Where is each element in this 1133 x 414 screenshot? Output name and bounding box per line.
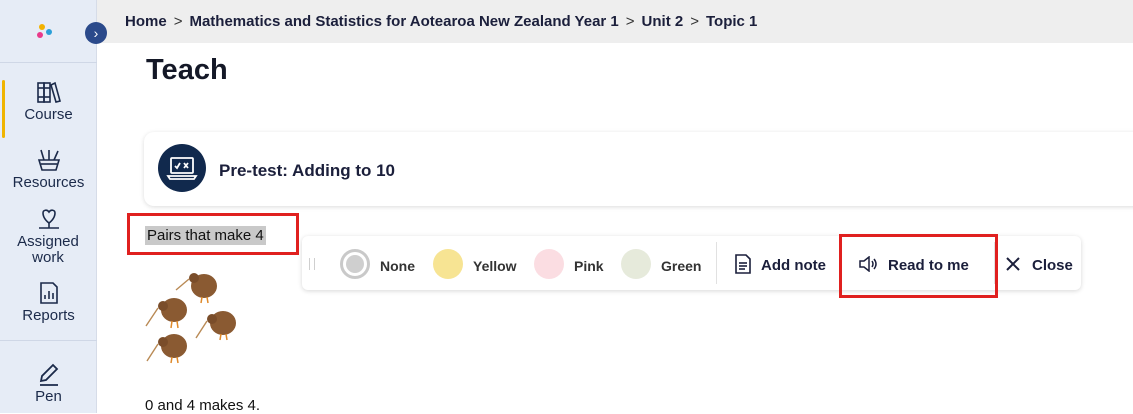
books-icon xyxy=(36,81,61,103)
breadcrumb-unit[interactable]: Unit 2 xyxy=(642,13,684,30)
annotation-box xyxy=(839,234,998,298)
color-green-label[interactable]: Green xyxy=(661,258,701,274)
resources-icon xyxy=(37,149,60,171)
pretest-card[interactable]: Pre-test: Adding to 10 xyxy=(144,132,1133,206)
laptop-test-icon xyxy=(158,144,206,192)
sidebar-item-assigned-work[interactable]: Assigned work xyxy=(0,207,97,266)
chevron-right-icon: > xyxy=(690,13,699,30)
page-title: Teach xyxy=(146,54,228,86)
assigned-work-icon xyxy=(38,209,59,229)
chevron-right-icon: > xyxy=(173,13,183,30)
color-none-swatch[interactable] xyxy=(340,249,370,279)
sidebar-expand-button[interactable]: › xyxy=(85,22,107,44)
sidebar-item-label: Course xyxy=(24,106,73,123)
chevron-right-icon: › xyxy=(93,25,99,41)
sidebar-item-label: Reports xyxy=(22,307,75,324)
sidebar-item-label: Pen xyxy=(35,388,62,405)
close-label: Close xyxy=(1032,257,1073,274)
note-icon xyxy=(735,254,751,274)
kiwi-icon xyxy=(145,298,187,329)
color-green-swatch[interactable] xyxy=(621,249,651,279)
sidebar-item-reports[interactable]: Reports xyxy=(0,281,97,324)
breadcrumb-course[interactable]: Mathematics and Statistics for Aotearoa … xyxy=(189,13,618,30)
pen-icon xyxy=(39,363,58,386)
kiwi-birds-image xyxy=(145,273,236,364)
kiwi-icon xyxy=(146,334,187,364)
add-note-button[interactable]: Add note xyxy=(730,236,840,290)
add-note-label: Add note xyxy=(761,257,826,274)
close-button[interactable]: Close xyxy=(1002,236,1077,290)
toolbar-divider xyxy=(716,242,717,284)
drag-handle[interactable] xyxy=(309,258,315,270)
sidebar-item-course[interactable]: Course xyxy=(0,80,97,138)
app-logo[interactable] xyxy=(34,22,60,44)
reports-icon xyxy=(39,282,58,304)
top-bar: Home > Mathematics and Statistics for Aote… xyxy=(97,0,1133,43)
sidebar-item-resources[interactable]: Resources xyxy=(0,148,97,191)
chevron-right-icon: > xyxy=(625,13,635,30)
color-pink-label[interactable]: Pink xyxy=(574,258,604,274)
sidebar-item-label: Assigned work xyxy=(17,233,79,266)
breadcrumb-topic[interactable]: Topic 1 xyxy=(706,13,757,30)
sidebar: Course Resources Assigned work Reports P… xyxy=(0,0,97,413)
body-text: 0 and 4 makes 4. xyxy=(145,397,261,414)
kiwi-icon xyxy=(195,311,236,341)
color-yellow-label[interactable]: Yellow xyxy=(473,258,517,274)
sidebar-divider xyxy=(0,62,97,63)
sidebar-item-pen[interactable]: Pen xyxy=(0,362,97,405)
color-yellow-swatch[interactable] xyxy=(433,249,463,279)
card-title: Pre-test: Adding to 10 xyxy=(219,161,395,180)
annotation-box xyxy=(127,213,299,255)
color-pink-swatch[interactable] xyxy=(534,249,564,279)
breadcrumb-home[interactable]: Home xyxy=(125,13,167,30)
color-none-label[interactable]: None xyxy=(380,258,415,274)
kiwi-icon xyxy=(175,273,217,304)
sidebar-divider xyxy=(0,340,97,341)
close-icon xyxy=(1006,257,1020,271)
breadcrumb: Home > Mathematics and Statistics for Aote… xyxy=(125,13,757,30)
sidebar-item-label: Resources xyxy=(12,174,85,191)
